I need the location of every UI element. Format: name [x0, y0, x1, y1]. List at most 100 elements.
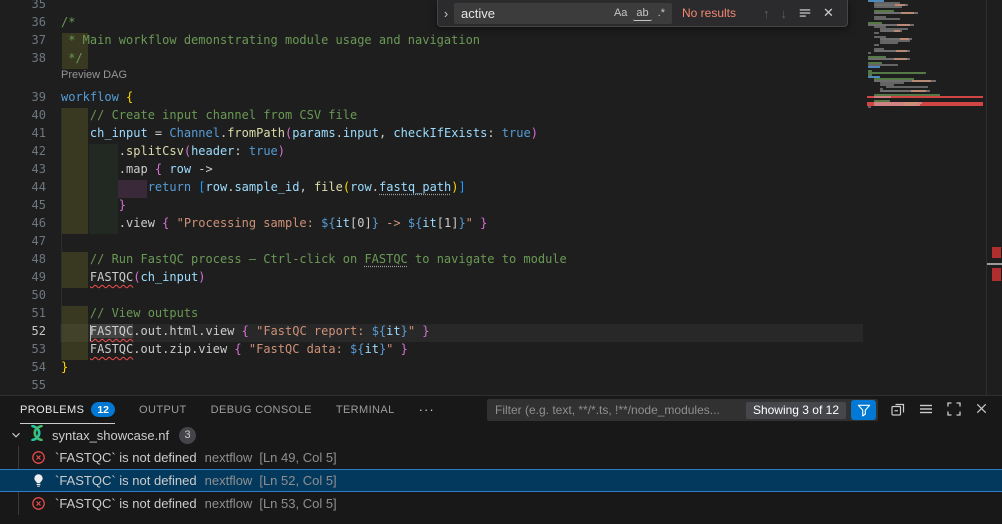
line-number-45: 45 — [0, 198, 46, 216]
regex-icon[interactable]: .* — [655, 6, 668, 20]
code-line-47[interactable]: 47 — [0, 234, 863, 252]
filter-funnel-button[interactable] — [851, 400, 876, 420]
codelens-preview-dag[interactable]: Preview DAG — [61, 69, 127, 90]
code-text: FASTQC.out.html.view { "FastQC report: $… — [61, 324, 430, 342]
bottom-panel: PROBLEMS12 OUTPUT DEBUG CONSOLE TERMINAL ···… — [0, 395, 1002, 524]
maximize-panel-icon[interactable] — [945, 400, 962, 417]
code-text: return [row.sample_id, file(row.fastq_pa… — [61, 180, 466, 198]
whole-word-icon[interactable]: ab — [633, 6, 651, 21]
code-line-49[interactable]: 49 FASTQC(ch_input) — [0, 270, 863, 288]
find-query-text[interactable]: active — [461, 6, 608, 21]
line-number-53: 53 — [0, 342, 46, 360]
panel-tab-debug-console[interactable]: DEBUG CONSOLE — [211, 396, 312, 424]
code-text: // Run FastQC process — Ctrl-click on FA… — [61, 252, 567, 270]
panel-tab-output[interactable]: OUTPUT — [139, 396, 187, 424]
view-as-table-icon[interactable] — [917, 400, 934, 417]
ruler-marker — [992, 268, 1001, 281]
problem-message: `FASTQC` is not defined — [55, 496, 197, 511]
problem-rows: `FASTQC` is not defined nextflow [Ln 49, C… — [0, 446, 1002, 515]
code-line-41[interactable]: 41 ch_input = Channel.fromPath(params.in… — [0, 126, 863, 144]
find-in-selection-icon[interactable] — [798, 6, 812, 20]
problems-file-group[interactable]: syntax_showcase.nf 3 — [0, 424, 1002, 446]
problem-location: [Ln 49, Col 5] — [259, 450, 336, 465]
code-line-42[interactable]: 42 .splitCsv(header: true) — [0, 144, 863, 162]
error-icon — [31, 450, 46, 465]
code-line-38[interactable]: 38 */ — [0, 51, 863, 69]
ruler-marker — [987, 263, 1002, 265]
code-text: FASTQC.out.zip.view { "FastQC data: ${it… — [61, 342, 408, 360]
line-number-50: 50 — [0, 288, 46, 306]
code-text: .view { "Processing sample: ${it[0]} -> … — [61, 216, 487, 234]
code-editor[interactable]: 3536/*37 * Main workflow demonstrating m… — [0, 0, 1002, 395]
line-number-35: 35 — [0, 0, 46, 15]
problem-location: [Ln 53, Col 5] — [259, 496, 336, 511]
chevron-down-icon[interactable] — [8, 427, 24, 443]
find-close-icon[interactable]: ✕ — [823, 5, 834, 21]
find-next-icon[interactable]: ↓ — [781, 6, 788, 21]
lightbulb-icon[interactable] — [31, 473, 46, 488]
problem-message: `FASTQC` is not defined — [55, 473, 197, 488]
line-number-39: 39 — [0, 90, 46, 108]
code-line-51[interactable]: 51 // View outputs — [0, 306, 863, 324]
problems-file-name: syntax_showcase.nf — [52, 428, 169, 443]
problems-filter: Showing 3 of 12 — [487, 399, 878, 421]
filter-count-badge: Showing 3 of 12 — [746, 402, 846, 419]
code-text: // View outputs — [61, 306, 198, 324]
problem-source: nextflow — [205, 450, 253, 465]
code-text: /* — [61, 15, 75, 33]
find-widget: › active Aa ab .* No results ↑ ↓ ✕ — [437, 0, 848, 27]
code-text: */ — [61, 51, 83, 69]
find-previous-icon[interactable]: ↑ — [763, 6, 770, 21]
line-number-44: 44 — [0, 180, 46, 198]
code-line-39[interactable]: 39 workflow { — [0, 90, 863, 108]
code-text: // Create input channel from CSV file — [61, 108, 357, 126]
code-line-55[interactable]: 55 — [0, 378, 863, 395]
code-line-46[interactable]: 46 .view { "Processing sample: ${it[0]} … — [0, 216, 863, 234]
code-text: FASTQC(ch_input) — [61, 270, 206, 288]
code-line-37[interactable]: 37 * Main workflow demonstrating module … — [0, 33, 863, 51]
problem-row[interactable]: `FASTQC` is not definednextflow[Ln 49, C… — [0, 446, 1002, 469]
problems-count-badge: 12 — [91, 402, 115, 417]
ruler-marker — [992, 247, 1001, 258]
error-icon — [31, 496, 46, 511]
problem-row[interactable]: `FASTQC` is not defined nextflow [Ln 53, C… — [0, 492, 1002, 515]
more-tabs-icon[interactable]: ··· — [419, 396, 435, 424]
line-number-46: 46 — [0, 216, 46, 234]
line-number-52: 52 — [0, 324, 46, 342]
problem-source: nextflow — [205, 496, 253, 511]
code-text: .map { row -> — [61, 162, 213, 180]
problem-row[interactable]: `FASTQC` is not defined nextflow [Ln 52, C… — [0, 469, 1002, 492]
line-number-49: 49 — [0, 270, 46, 288]
line-number-51: 51 — [0, 306, 46, 324]
collapse-all-icon[interactable] — [889, 400, 906, 417]
code-line-48[interactable]: 48 // Run FastQC process — Ctrl-click on… — [0, 252, 863, 270]
code-text: .splitCsv(header: true) — [61, 144, 285, 162]
code-line-45[interactable]: 45 } — [0, 198, 863, 216]
problem-source: nextflow — [205, 473, 253, 488]
code-line-40[interactable]: 40 // Create input channel from CSV file — [0, 108, 863, 126]
code-line-53[interactable]: 53 FASTQC.out.zip.view { "FastQC data: $… — [0, 342, 863, 360]
panel-tab-problems[interactable]: PROBLEMS12 — [20, 396, 115, 424]
filter-input[interactable] — [495, 403, 746, 417]
close-panel-icon[interactable] — [973, 400, 990, 417]
code-line-52[interactable]: 52 FASTQC.out.html.view { "FastQC report… — [0, 324, 863, 342]
minimap[interactable] — [866, 0, 986, 395]
line-number-48: 48 — [0, 252, 46, 270]
panel-tab-terminal[interactable]: TERMINAL — [336, 396, 395, 424]
code-text: ch_input = Channel.fromPath(params.input… — [61, 126, 538, 144]
line-number-38: 38 — [0, 51, 46, 69]
code-text: * Main workflow demonstrating module usa… — [61, 33, 480, 51]
problem-location: [Ln 52, Col 5] — [259, 473, 336, 488]
code-text: workflow { — [61, 90, 133, 108]
text-cursor — [90, 325, 92, 341]
line-number-55: 55 — [0, 378, 46, 395]
code-line-43[interactable]: 43 .map { row -> — [0, 162, 863, 180]
overview-ruler[interactable] — [986, 0, 1002, 395]
code-line-54[interactable]: 54} — [0, 360, 863, 378]
problems-tree: syntax_showcase.nf 3 `FASTQC` is not def… — [0, 424, 1002, 524]
code-line-44[interactable]: 44 return [row.sample_id, file(row.fastq… — [0, 180, 863, 198]
code-line-50[interactable]: 50 — [0, 288, 863, 306]
toggle-replace-icon[interactable]: › — [438, 6, 454, 21]
match-case-icon[interactable]: Aa — [611, 6, 630, 20]
find-input[interactable]: active Aa ab .* — [454, 3, 672, 24]
